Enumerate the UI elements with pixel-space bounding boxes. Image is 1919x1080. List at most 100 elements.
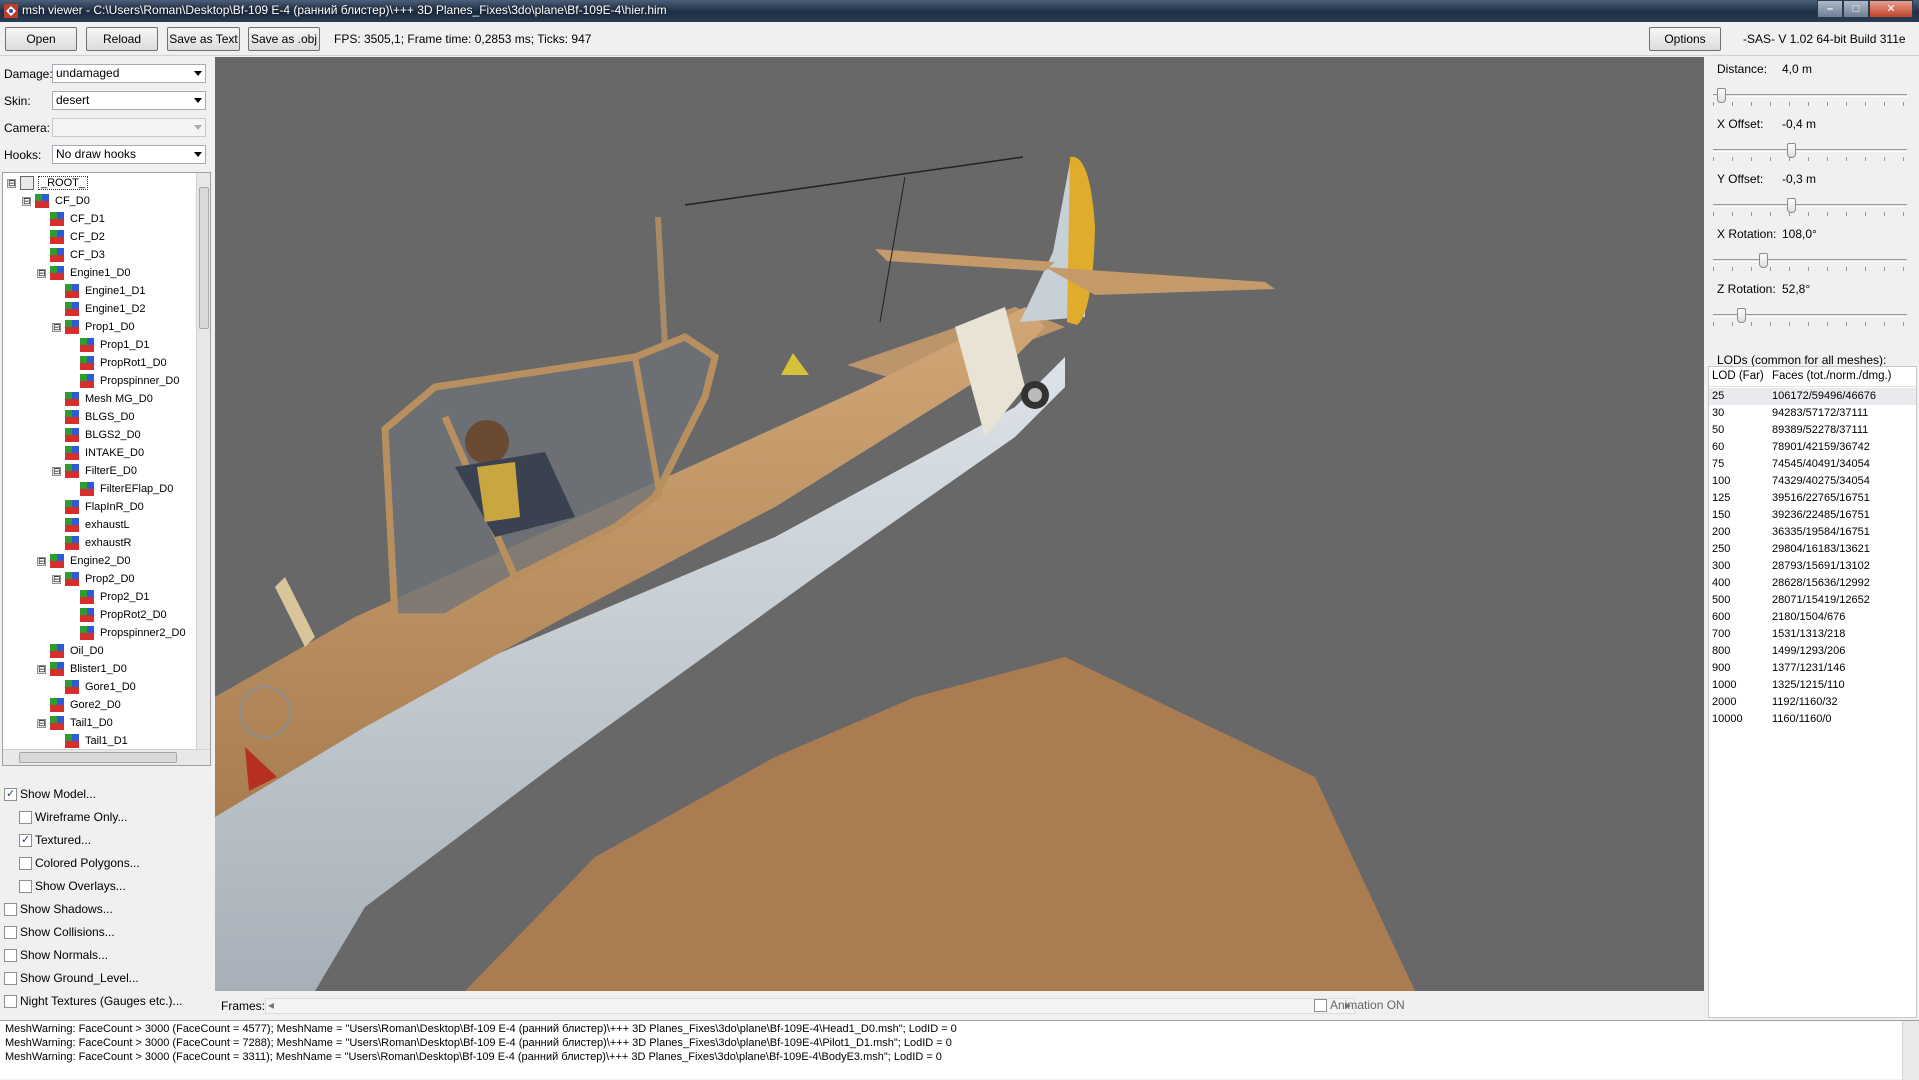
lod-row[interactable]: 60 78901/42159/36742 <box>1709 439 1916 456</box>
tree-horizontal-scrollbar[interactable] <box>3 749 210 765</box>
damage-select[interactable]: undamaged <box>52 64 206 83</box>
display-option[interactable]: Textured... <box>19 831 91 849</box>
slider-track[interactable] <box>1713 149 1907 152</box>
tree-node[interactable]: Oil_D0 <box>37 642 104 660</box>
display-option[interactable]: Show Model... <box>4 785 96 803</box>
slider-track[interactable] <box>1713 204 1907 207</box>
collapse-icon[interactable]: ⊟ <box>7 178 16 188</box>
close-button[interactable]: ✕ <box>1869 0 1913 18</box>
reload-button[interactable]: Reload <box>86 27 158 51</box>
tree-node[interactable]: ⊟ FilterE_D0 <box>52 462 137 480</box>
log-scrollbar[interactable] <box>1902 1021 1919 1080</box>
collapse-icon[interactable]: ⊟ <box>22 196 31 206</box>
lod-row[interactable]: 2000 1192/1160/32 <box>1709 694 1916 711</box>
lod-row[interactable]: 75 74545/40491/34054 <box>1709 456 1916 473</box>
lod-row[interactable]: 900 1377/1231/146 <box>1709 660 1916 677</box>
slider-knob[interactable] <box>1717 88 1726 103</box>
tree-node[interactable]: ⊟ Blister1_D0 <box>37 660 127 678</box>
tree-node[interactable]: ⊟ _ROOT_ <box>7 174 89 192</box>
option-checkbox[interactable] <box>4 902 17 916</box>
collapse-icon[interactable]: ⊟ <box>37 664 46 674</box>
lod-row[interactable]: 700 1531/1313/218 <box>1709 626 1916 643</box>
option-checkbox[interactable] <box>4 994 17 1008</box>
animation-toggle[interactable]: Animation ON <box>1314 998 1405 1012</box>
tree-node[interactable]: BLGS2_D0 <box>52 426 141 444</box>
tree-node[interactable]: FlapInR_D0 <box>52 498 144 516</box>
tree-node[interactable]: Engine1_D2 <box>52 300 146 318</box>
option-checkbox[interactable] <box>4 787 17 801</box>
tree-node[interactable]: Tail1_D1 <box>52 732 128 750</box>
tree-node[interactable]: PropRot2_D0 <box>67 606 167 624</box>
scroll-thumb[interactable] <box>199 187 209 329</box>
option-checkbox[interactable] <box>19 833 32 847</box>
tree-node[interactable]: CF_D1 <box>37 210 105 228</box>
lod-row[interactable]: 250 29804/16183/13621 <box>1709 541 1916 558</box>
tree-vertical-scrollbar[interactable] <box>196 173 210 750</box>
lod-row[interactable]: 600 2180/1504/676 <box>1709 609 1916 626</box>
display-option[interactable]: Wireframe Only... <box>19 808 127 826</box>
slider-track[interactable] <box>1713 94 1907 97</box>
collapse-icon[interactable]: ⊟ <box>37 268 46 278</box>
lod-row[interactable]: 200 36335/19584/16751 <box>1709 524 1916 541</box>
lod-row[interactable]: 1000 1325/1215/110 <box>1709 677 1916 694</box>
display-option[interactable]: Night Textures (Gauges etc.)... <box>4 992 183 1010</box>
tree-node[interactable]: ⊟ Prop1_D0 <box>52 318 135 336</box>
lod-table[interactable]: LOD (Far) Faces (tot./norm./dmg.) 25 1061… <box>1708 366 1917 1018</box>
log-panel[interactable]: MeshWarning: FaceCount > 3000 (FaceCount… <box>0 1020 1919 1080</box>
tree-node[interactable]: ⊟ Engine1_D0 <box>37 264 131 282</box>
slider-knob[interactable] <box>1759 253 1768 268</box>
slider-track[interactable] <box>1713 259 1907 262</box>
tree-node[interactable]: Propspinner_D0 <box>67 372 180 390</box>
lod-row[interactable]: 300 28793/15691/13102 <box>1709 558 1916 575</box>
tree-node[interactable]: ⊟ CF_D0 <box>22 192 90 210</box>
lod-row[interactable]: 125 39516/22765/16751 <box>1709 490 1916 507</box>
parameter-slider[interactable] <box>1713 252 1907 271</box>
tree-node[interactable]: Prop1_D1 <box>67 336 150 354</box>
slider-knob[interactable] <box>1787 198 1796 213</box>
display-option[interactable]: Show Normals... <box>4 946 108 964</box>
tree-node[interactable]: INTAKE_D0 <box>52 444 144 462</box>
maximize-button[interactable]: □ <box>1843 0 1869 18</box>
collapse-icon[interactable]: ⊟ <box>37 556 46 566</box>
tree-node[interactable]: ⊟ Prop2_D0 <box>52 570 135 588</box>
collapse-icon[interactable]: ⊟ <box>37 718 46 728</box>
display-option[interactable]: Show Shadows... <box>4 900 113 918</box>
tree-node[interactable]: ⊟ Tail1_D0 <box>37 714 113 732</box>
minimize-button[interactable]: – <box>1817 0 1843 18</box>
3d-viewport[interactable] <box>215 57 1704 991</box>
lod-row[interactable]: 30 94283/57172/37111 <box>1709 405 1916 422</box>
display-option[interactable]: Show Ground_Level... <box>4 969 139 987</box>
scroll-thumb[interactable] <box>19 752 177 763</box>
display-option[interactable]: Show Overlays... <box>19 877 126 895</box>
option-checkbox[interactable] <box>19 879 32 893</box>
option-checkbox[interactable] <box>4 971 17 985</box>
tree-node[interactable]: ⊟ Engine2_D0 <box>37 552 131 570</box>
open-button[interactable]: Open <box>5 27 77 51</box>
collapse-icon[interactable]: ⊟ <box>52 322 61 332</box>
tree-node[interactable]: CF_D3 <box>37 246 105 264</box>
display-option[interactable]: Colored Polygons... <box>19 854 140 872</box>
lod-row[interactable]: 400 28628/15636/12992 <box>1709 575 1916 592</box>
tree-node[interactable]: BLGS_D0 <box>52 408 135 426</box>
tree-node[interactable]: PropRot1_D0 <box>67 354 167 372</box>
tree-node[interactable]: exhaustR <box>52 534 131 552</box>
save-as-obj-button[interactable]: Save as .obj <box>248 27 320 51</box>
tree-node[interactable]: Gore1_D0 <box>52 678 136 696</box>
tree-node[interactable]: Propspinner2_D0 <box>67 624 186 642</box>
options-button[interactable]: Options <box>1649 27 1721 51</box>
chevron-left-icon[interactable]: ◂ <box>268 998 274 1012</box>
parameter-slider[interactable] <box>1713 197 1907 216</box>
skin-select[interactable]: desert <box>52 91 206 110</box>
save-as-text-button[interactable]: Save as Text <box>167 27 240 51</box>
camera-select[interactable] <box>52 118 206 137</box>
mesh-tree[interactable]: Tail1_D2Tail1_D1⊟Tail1_D0Gore2_D0Gore1_D… <box>2 172 211 766</box>
lod-row[interactable]: 50 89389/52278/37111 <box>1709 422 1916 439</box>
slider-knob[interactable] <box>1737 308 1746 323</box>
frames-slider[interactable]: ◂ ▸ <box>265 998 1355 1014</box>
display-option[interactable]: Show Collisions... <box>4 923 115 941</box>
lod-row[interactable]: 100 74329/40275/34054 <box>1709 473 1916 490</box>
tree-node[interactable]: Gore2_D0 <box>37 696 121 714</box>
lod-row[interactable]: 800 1499/1293/206 <box>1709 643 1916 660</box>
lod-row[interactable]: 25 106172/59496/46676 <box>1709 388 1916 405</box>
option-checkbox[interactable] <box>19 810 32 824</box>
